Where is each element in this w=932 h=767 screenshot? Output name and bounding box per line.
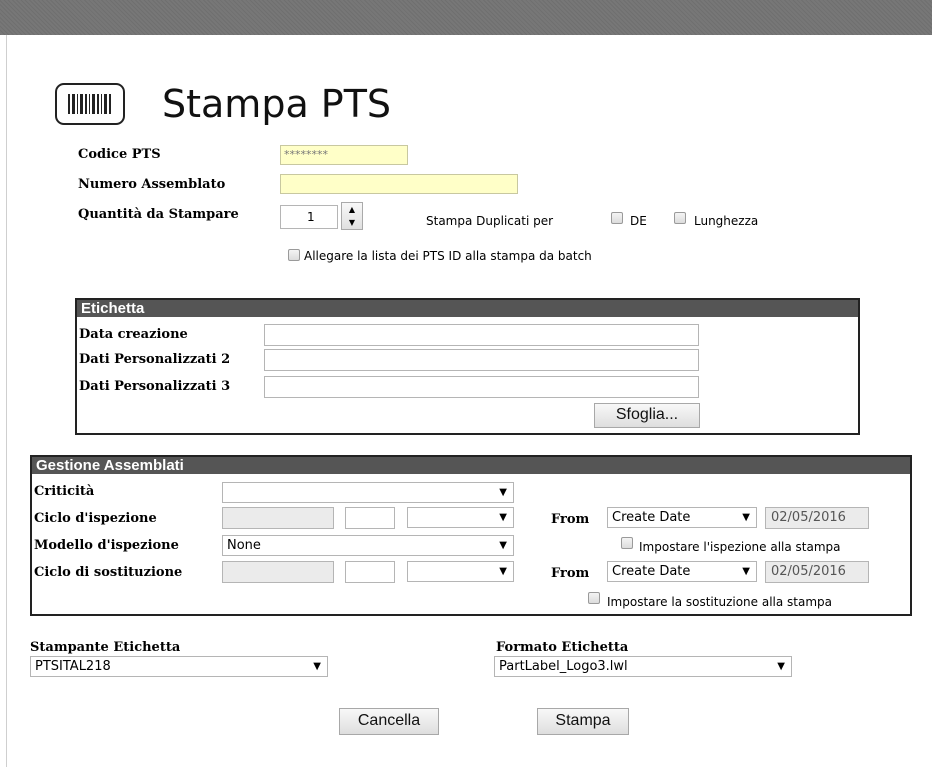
lunghezza-label: Lunghezza (694, 214, 759, 228)
dropdown-arrow-icon: ▼ (499, 540, 507, 551)
dropdown-arrow-icon: ▼ (777, 661, 785, 672)
allegare-checkbox[interactable] (288, 249, 300, 261)
from-sostituzione-select[interactable]: Create Date ▼ (607, 561, 757, 582)
stampa-button[interactable]: Stampa (537, 708, 629, 735)
from-ispezione-select[interactable]: Create Date ▼ (607, 507, 757, 528)
formato-select[interactable]: PartLabel_Logo3.lwl ▼ (494, 656, 792, 677)
dropdown-arrow-icon: ▼ (742, 512, 750, 523)
ciclo-ispezione-unit-select[interactable]: ▼ (407, 507, 514, 528)
de-checkbox[interactable] (611, 212, 623, 224)
dati-pers3-input[interactable] (264, 376, 699, 398)
stepper-up-icon[interactable]: ▲ (342, 203, 362, 216)
criticita-select[interactable]: ▼ (222, 482, 514, 503)
quantita-input[interactable]: 1 (280, 205, 338, 229)
dropdown-arrow-icon: ▼ (313, 661, 321, 672)
ciclo-ispezione-number[interactable] (345, 507, 395, 529)
quantity-stepper[interactable]: ▲ ▼ (341, 202, 363, 230)
numero-assemblato-label: Numero Assemblato (78, 177, 226, 192)
impostare-ispezione-checkbox[interactable] (621, 537, 633, 549)
top-banner (0, 0, 932, 35)
stampa-duplicati-label: Stampa Duplicati per (426, 214, 554, 228)
codice-pts-input[interactable]: ******** (280, 145, 408, 165)
modello-ispezione-select[interactable]: None ▼ (222, 535, 514, 556)
stepper-down-icon[interactable]: ▼ (342, 216, 362, 229)
codice-pts-label: Codice PTS (78, 147, 161, 162)
data-creazione-label: Data creazione (79, 327, 188, 342)
etichetta-header: Etichetta (77, 300, 858, 317)
ciclo-sostituzione-unit-select[interactable]: ▼ (407, 561, 514, 582)
from-label-sostituzione: From (551, 566, 590, 581)
sfoglia-button[interactable]: Sfoglia... (594, 403, 700, 428)
etichetta-panel: Etichetta Data creazione Dati Personaliz… (75, 298, 860, 435)
quantita-label: Quantità da Stampare (78, 207, 239, 222)
allegare-label: Allegare la lista dei PTS ID alla stampa… (304, 249, 592, 263)
cancella-button[interactable]: Cancella (339, 708, 439, 735)
date-sostituzione-input[interactable]: 02/05/2016 (765, 561, 869, 583)
stampante-label: Stampante Etichetta (30, 640, 181, 655)
dropdown-arrow-icon: ▼ (742, 566, 750, 577)
stampante-select[interactable]: PTSITAL218 ▼ (30, 656, 328, 677)
barcode-icon (55, 83, 125, 125)
ciclo-sostituzione-label: Ciclo di sostituzione (34, 565, 183, 580)
impostare-sostituzione-checkbox[interactable] (588, 592, 600, 604)
ciclo-sostituzione-input[interactable] (222, 561, 334, 583)
ciclo-sostituzione-number[interactable] (345, 561, 395, 583)
date-ispezione-input[interactable]: 02/05/2016 (765, 507, 869, 529)
ciclo-ispezione-label: Ciclo d'ispezione (34, 511, 157, 526)
dropdown-arrow-icon: ▼ (499, 566, 507, 577)
gestione-header: Gestione Assemblati (32, 457, 910, 474)
formato-label: Formato Etichetta (496, 640, 629, 655)
left-border (6, 35, 7, 767)
criticita-label: Criticità (34, 484, 95, 499)
from-label-ispezione: From (551, 512, 590, 527)
impostare-ispezione-label: Impostare l'ispezione alla stampa (639, 540, 841, 554)
lunghezza-checkbox[interactable] (674, 212, 686, 224)
dati-pers3-label: Dati Personalizzati 3 (79, 379, 231, 394)
ciclo-ispezione-input[interactable] (222, 507, 334, 529)
modello-ispezione-label: Modello d'ispezione (34, 538, 179, 553)
dropdown-arrow-icon: ▼ (499, 512, 507, 523)
impostare-sostituzione-label: Impostare la sostituzione alla stampa (607, 595, 832, 609)
dropdown-arrow-icon: ▼ (499, 487, 507, 498)
data-creazione-input[interactable] (264, 324, 699, 346)
de-label: DE (630, 214, 647, 228)
gestione-panel: Gestione Assemblati Criticità ▼ Ciclo d'… (30, 455, 912, 616)
page-title: Stampa PTS (162, 82, 392, 126)
numero-assemblato-input[interactable] (280, 174, 518, 194)
dati-pers2-input[interactable] (264, 349, 699, 371)
dati-pers2-label: Dati Personalizzati 2 (79, 352, 231, 367)
